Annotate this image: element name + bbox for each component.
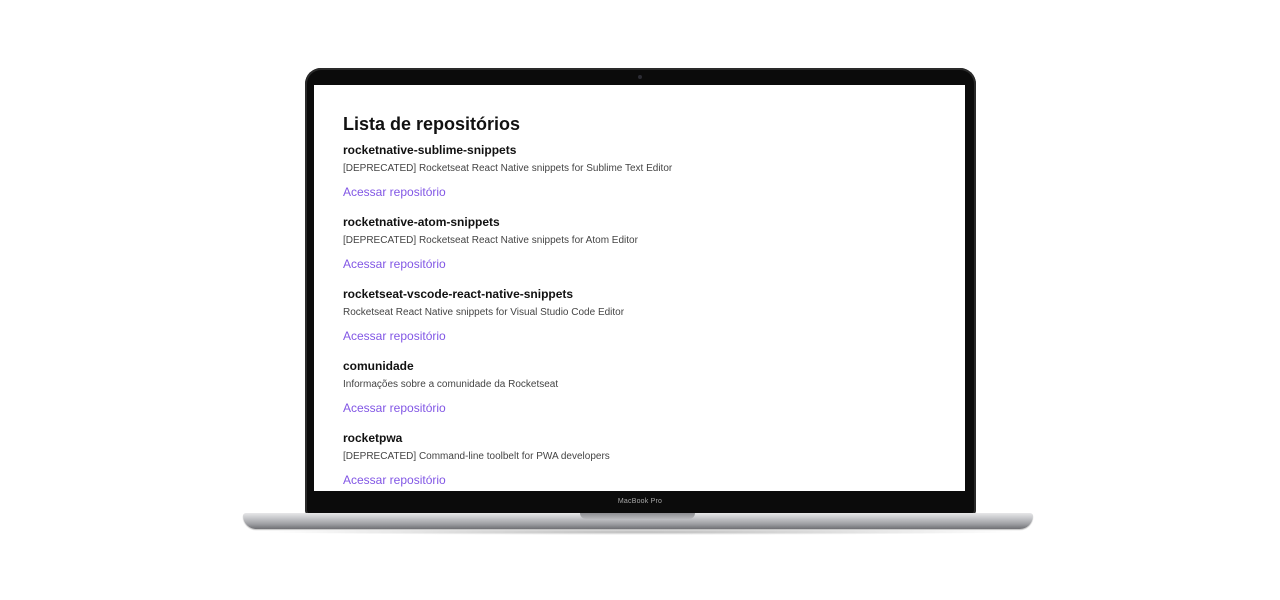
access-repository-link[interactable]: Acessar repositório: [343, 473, 446, 488]
laptop-mockup: Lista de repositórios rocketnative-subli…: [0, 0, 1280, 600]
device-brand-label: MacBook Pro: [617, 498, 663, 505]
repository-name: comunidade: [343, 359, 414, 373]
access-repository-link[interactable]: Acessar repositório: [343, 329, 446, 344]
repository-item: rocketpwa [DEPRECATED] Command-line tool…: [343, 431, 943, 489]
repository-description: [DEPRECATED] Rocketseat React Native sni…: [343, 235, 638, 246]
repository-name: rocketnative-atom-snippets: [343, 215, 500, 229]
repository-description: [DEPRECATED] Command-line toolbelt for P…: [343, 451, 610, 462]
laptop-screen: Lista de repositórios rocketnative-subli…: [314, 85, 965, 491]
page-title: Lista de repositórios: [343, 114, 521, 134]
repository-item: rocketnative-sublime-snippets [DEPRECATE…: [343, 143, 943, 201]
repository-name: rocketnative-sublime-snippets: [343, 143, 517, 157]
laptop-opening-notch: [580, 513, 695, 519]
access-repository-link[interactable]: Acessar repositório: [343, 401, 446, 416]
repository-name: rocketseat-vscode-react-native-snippets: [343, 287, 574, 301]
repository-item: rocketnative-atom-snippets [DEPRECATED] …: [343, 215, 943, 273]
laptop-base-shadow: [260, 529, 1020, 535]
repository-item: rocketseat-vscode-react-native-snippets …: [343, 287, 943, 345]
repository-list: rocketnative-sublime-snippets [DEPRECATE…: [343, 143, 943, 489]
repository-item: comunidade Informações sobre a comunidad…: [343, 359, 943, 417]
repository-description: Informações sobre a comunidade da Rocket…: [343, 379, 559, 390]
camera-icon: [638, 75, 642, 79]
repository-description: Rocketseat React Native snippets for Vis…: [343, 307, 625, 318]
access-repository-link[interactable]: Acessar repositório: [343, 185, 446, 200]
repository-description: [DEPRECATED] Rocketseat React Native sni…: [343, 163, 673, 174]
repository-name: rocketpwa: [343, 431, 403, 445]
repository-list-page: Lista de repositórios rocketnative-subli…: [343, 113, 943, 491]
access-repository-link[interactable]: Acessar repositório: [343, 257, 446, 272]
